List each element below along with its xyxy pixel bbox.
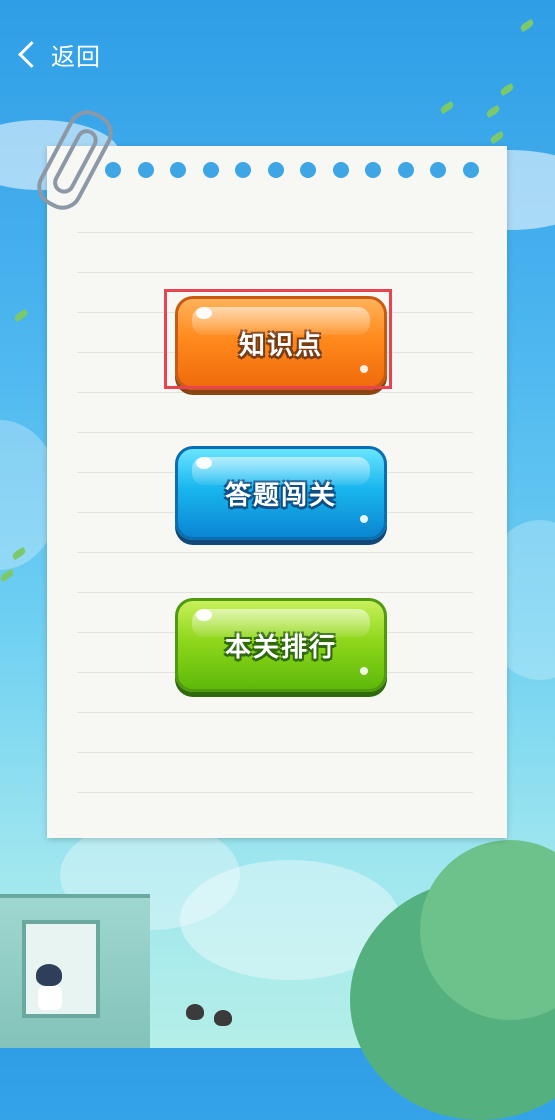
knowledge-points-button[interactable]: 知识点 bbox=[175, 296, 387, 390]
back-button[interactable]: 返回 bbox=[12, 34, 101, 74]
quiz-challenge-button[interactable]: 答题闯关 bbox=[175, 446, 387, 540]
level-ranking-button[interactable]: 本关排行 bbox=[175, 598, 387, 692]
chevron-left-icon bbox=[18, 40, 45, 68]
binding-holes bbox=[105, 162, 479, 180]
back-label: 返回 bbox=[51, 42, 101, 71]
